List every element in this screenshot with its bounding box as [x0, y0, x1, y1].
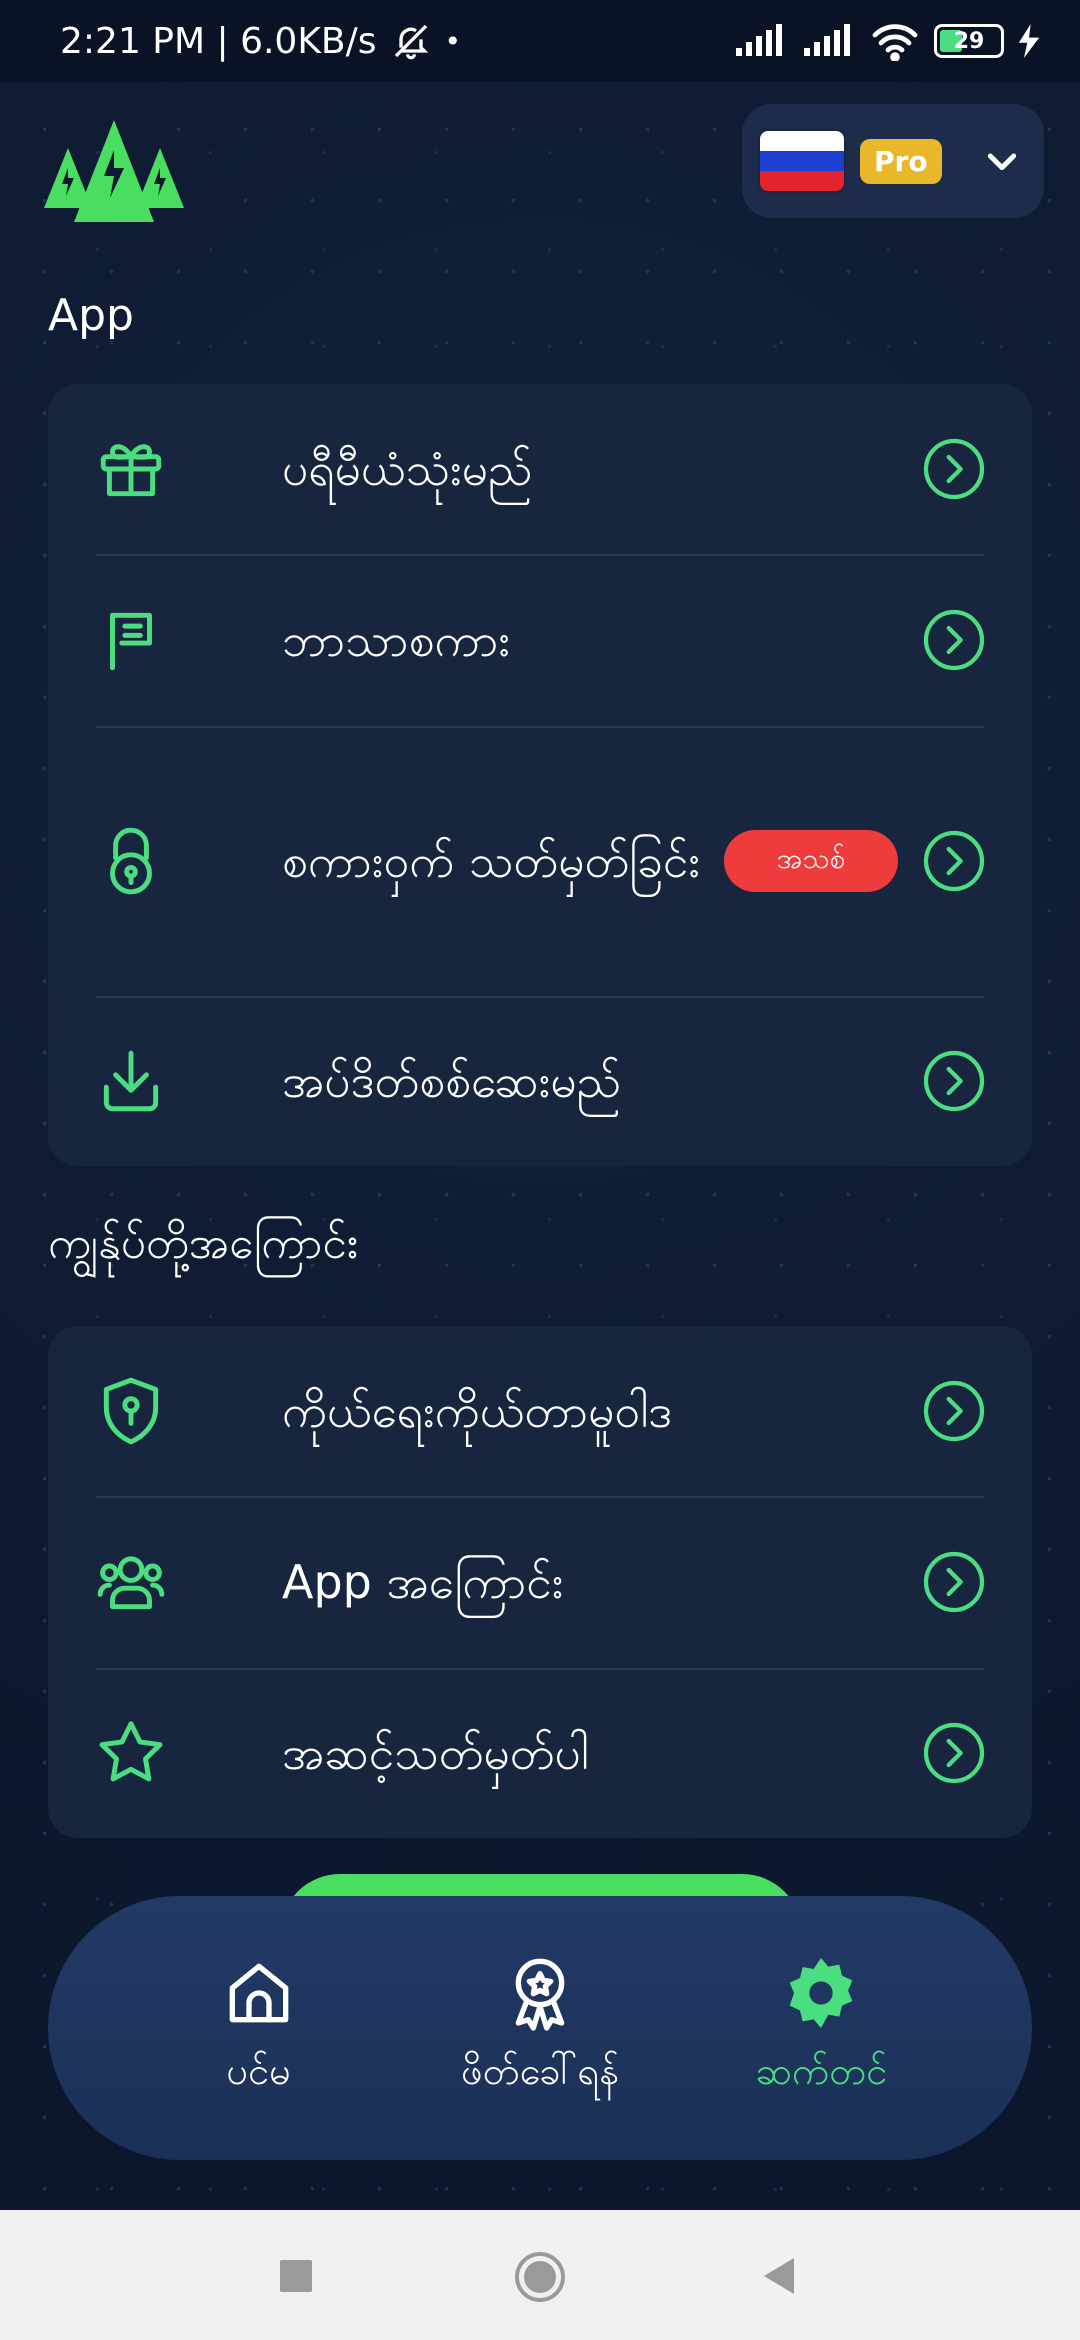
nav-label: ပင်မ	[226, 2049, 291, 2093]
signal-icon	[804, 24, 850, 56]
app-settings-card: ပရီမီယံသုံးမည် ဘာသာစကား စကားဝှက် သတ်မှတ်…	[48, 384, 1032, 1166]
battery-indicator: 29	[934, 24, 1004, 58]
shield-icon	[103, 1377, 159, 1445]
nav-item-invite[interactable]: ဖိတ်ခေါ်ရန်	[420, 1953, 660, 2103]
chevron-right-circle-icon	[923, 1380, 985, 1442]
new-badge: အသစ်	[724, 830, 898, 892]
charging-icon	[1018, 24, 1040, 58]
chevron-down-icon	[987, 153, 1017, 171]
settings-item-label: ပရီမီယံသုံးမည်	[282, 442, 533, 496]
status-time: 2:21 PM | 6.0KB/s	[60, 20, 377, 62]
settings-item-premium[interactable]: ပရီမီယံသုံးမည်	[48, 384, 1032, 554]
recent-apps-button[interactable]	[276, 2256, 316, 2296]
back-button[interactable]	[760, 2254, 800, 2298]
home-button[interactable]	[513, 2250, 567, 2304]
status-bar: 2:21 PM | 6.0KB/s • 29	[0, 0, 1080, 82]
server-selector[interactable]: Pro	[742, 104, 1044, 218]
wifi-icon	[872, 24, 918, 61]
chevron-right-circle-icon	[923, 1722, 985, 1784]
section-title-app: App	[48, 290, 134, 341]
back-triangle-icon	[764, 2258, 794, 2294]
circle-icon	[515, 2252, 565, 2302]
settings-item-rate-us[interactable]: အဆင့်သတ်မှတ်ပါ	[48, 1668, 1032, 1838]
pro-badge: Pro	[860, 138, 942, 184]
settings-item-password[interactable]: စကားဝှက် သတ်မှတ်ခြင်း အသစ်	[48, 726, 1032, 996]
settings-item-language[interactable]: ဘာသာစကား	[48, 554, 1032, 726]
nav-label: ဖိတ်ခေါ်ရန်	[461, 2049, 619, 2093]
chevron-right-circle-icon	[923, 438, 985, 500]
system-nav-bar	[0, 2210, 1080, 2340]
chevron-right-circle-icon	[923, 1551, 985, 1613]
bottom-nav: ပင်မ ဖိတ်ခေါ်ရန် ဆက်တင်	[48, 1896, 1032, 2160]
star-icon	[99, 1721, 163, 1782]
settings-item-label: စကားဝှက် သတ်မှတ်ခြင်း	[282, 834, 701, 888]
chevron-right-circle-icon	[923, 830, 985, 892]
award-icon	[515, 1958, 565, 2031]
gift-icon	[100, 444, 162, 497]
about-card: ကိုယ်ရေးကိုယ်တာမူဝါဒ App အကြောင်း အဆင့်သ…	[48, 1326, 1032, 1838]
settings-item-about-app[interactable]: App အကြောင်း	[48, 1496, 1032, 1668]
square-icon	[280, 2260, 312, 2292]
bell-off-icon	[394, 24, 428, 60]
nav-item-settings[interactable]: ဆက်တင်	[701, 1953, 941, 2103]
nav-label: ဆက်တင်	[755, 2049, 888, 2093]
russia-flag-icon	[760, 131, 844, 191]
chevron-right-circle-icon	[923, 609, 985, 671]
home-icon	[229, 1963, 288, 2023]
signal-icon	[736, 24, 782, 56]
settings-item-check-update[interactable]: အပ်ဒိတ်စစ်ဆေးမည်	[48, 996, 1032, 1166]
settings-item-label: ကိုယ်ရေးကိုယ်တာမူဝါဒ	[282, 1384, 673, 1438]
section-title-about: ကျွန်ုပ်တို့အကြောင်း	[48, 1218, 358, 1269]
settings-item-label: အပ်ဒိတ်စစ်ဆေးမည်	[282, 1054, 622, 1108]
settings-item-privacy-policy[interactable]: ကိုယ်ရေးကိုယ်တာမူဝါဒ	[48, 1326, 1032, 1496]
settings-item-label: ဘာသာစကား	[282, 613, 511, 667]
settings-item-label: App အကြောင်း	[282, 1555, 564, 1609]
download-icon	[103, 1050, 159, 1112]
users-icon	[97, 1556, 165, 1610]
settings-icon	[789, 1958, 853, 2028]
language-icon	[110, 612, 152, 671]
dot-icon: •	[444, 24, 462, 58]
nav-item-home[interactable]: ပင်မ	[139, 1953, 379, 2103]
lock-icon	[110, 827, 152, 895]
settings-item-label: အဆင့်သတ်မှတ်ပါ	[282, 1726, 589, 1780]
app-logo-icon	[44, 120, 184, 222]
chevron-right-circle-icon	[923, 1050, 985, 1112]
